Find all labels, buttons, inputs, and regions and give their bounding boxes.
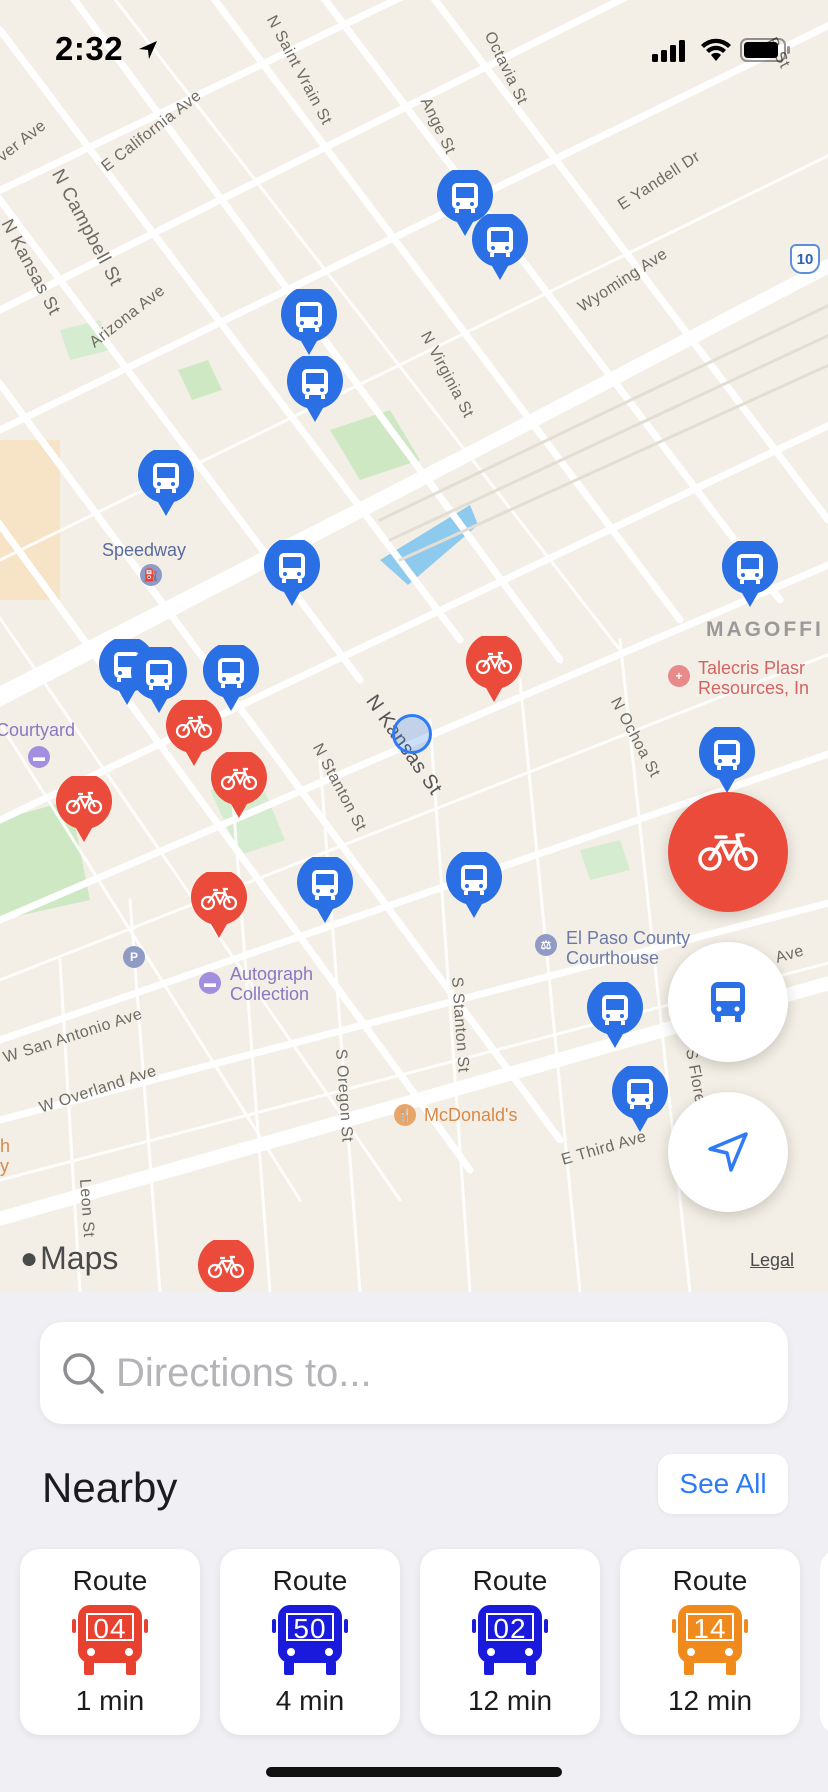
apple-maps-logo: ● Maps — [20, 1240, 118, 1277]
map-view[interactable]: N Saint Vrain St Octavia St Ange St E Ca… — [0, 0, 828, 1292]
route-card-label: Route — [272, 1565, 348, 1596]
bus-stop-marker[interactable] — [612, 1066, 668, 1134]
location-services-icon — [138, 41, 157, 59]
bus-stop-marker[interactable] — [472, 214, 528, 282]
poi-mcdonalds[interactable]: McDonald's — [424, 1105, 517, 1125]
current-location-icon — [392, 714, 432, 754]
restaurant-icon: 🍴 — [394, 1104, 416, 1126]
home-indicator — [266, 1767, 562, 1777]
bike-station-marker[interactable] — [191, 872, 247, 940]
hotel-icon: ▬ — [199, 972, 221, 994]
bike-station-marker[interactable] — [466, 636, 522, 704]
status-time-text: 2:32 — [55, 30, 124, 67]
poi-magoffin: MAGOFFI — [706, 618, 824, 641]
route-eta: 4 min — [275, 1685, 345, 1716]
bus-filter-button[interactable] — [668, 942, 788, 1062]
route-eta: 12 min — [667, 1685, 753, 1716]
bus-stop-marker[interactable] — [287, 356, 343, 424]
poi-speedway[interactable]: Speedway — [102, 540, 186, 560]
route-card-label: Route — [672, 1565, 748, 1596]
legal-link[interactable]: Legal — [750, 1250, 794, 1271]
gas-station-icon: ⛽ — [140, 564, 162, 586]
bus-stop-marker[interactable] — [446, 852, 502, 920]
cellular-signal-icon — [652, 40, 685, 62]
status-time: 2:32 — [55, 30, 159, 68]
poi-talecris-text: Talecris Plasr Resources, In — [698, 658, 810, 698]
nearby-routes-carousel[interactable]: Route 04 1 min Route 50 4 min Route 02 1… — [20, 1549, 828, 1739]
courthouse-icon: ⚖ — [535, 934, 557, 956]
directions-search-input[interactable] — [116, 1350, 756, 1396]
search-icon — [63, 1353, 104, 1394]
poi-partial-text: h y — [0, 1136, 11, 1176]
route-card[interactable]: Route 04 1 min — [20, 1549, 200, 1735]
medical-icon: + — [668, 665, 690, 687]
search-box[interactable] — [40, 1322, 788, 1424]
poi-talecris[interactable]: Talecris Plasr Resources, In — [698, 658, 809, 698]
bike-filter-button[interactable] — [668, 792, 788, 912]
route-card-partial[interactable] — [820, 1549, 828, 1735]
bus-route-icon: 04 — [72, 1603, 148, 1677]
status-bar: 2:32 — [0, 0, 828, 100]
bus-route-icon: 14 — [672, 1603, 748, 1677]
maps-logo-text: Maps — [40, 1240, 119, 1276]
route-card-label: Route — [72, 1565, 148, 1596]
locate-me-button[interactable] — [668, 1092, 788, 1212]
hotel-icon: ▬ — [28, 746, 50, 768]
route-eta: 12 min — [467, 1685, 553, 1716]
bus-stop-marker[interactable] — [281, 289, 337, 357]
route-card[interactable]: Route 14 12 min — [620, 1549, 800, 1735]
route-number: 04 — [93, 1613, 127, 1644]
parking-icon: P — [123, 946, 145, 968]
bus-route-icon: 02 — [472, 1603, 548, 1677]
interstate-shield-icon: 10 — [790, 244, 820, 274]
poi-courthouse[interactable]: El Paso County Courthouse — [566, 928, 690, 968]
bike-station-marker[interactable] — [56, 776, 112, 844]
route-number: 14 — [693, 1613, 727, 1644]
location-arrow-icon — [708, 1132, 748, 1172]
route-eta: 1 min — [75, 1685, 145, 1716]
bicycle-icon — [698, 833, 758, 871]
poi-partial-left: h y — [0, 1136, 10, 1176]
wifi-icon — [701, 38, 731, 61]
battery-icon — [740, 38, 790, 62]
poi-courtyard[interactable]: Courtyard — [0, 720, 75, 740]
bike-station-marker[interactable] — [211, 752, 267, 820]
route-card[interactable]: Route 02 12 min — [420, 1549, 600, 1735]
poi-autograph-collection[interactable]: Autograph Collection — [230, 964, 313, 1004]
route-card[interactable]: Route 50 4 min — [220, 1549, 400, 1735]
route-number: 50 — [293, 1613, 327, 1644]
bus-route-icon: 50 — [272, 1603, 348, 1677]
bike-station-marker[interactable] — [198, 1240, 254, 1292]
apple-logo-icon: ● — [20, 1241, 39, 1275]
route-number: 02 — [493, 1613, 527, 1644]
bus-stop-marker[interactable] — [722, 541, 778, 609]
poi-autograph-text: Autograph Collection — [230, 964, 314, 1004]
poi-courthouse-text: El Paso County Courthouse — [566, 928, 691, 968]
nearby-section-title: Nearby — [42, 1464, 178, 1511]
bus-icon — [711, 982, 745, 1022]
route-card-label: Route — [472, 1565, 548, 1596]
bus-stop-marker[interactable] — [138, 450, 194, 518]
bus-stop-marker[interactable] — [699, 727, 755, 795]
bus-stop-marker[interactable] — [264, 540, 320, 608]
bus-stop-marker[interactable] — [297, 857, 353, 925]
see-all-button[interactable]: See All — [658, 1454, 788, 1514]
bottom-sheet: Nearby See All Route 04 1 min Route 50 4… — [0, 1292, 828, 1792]
bus-stop-marker[interactable] — [587, 982, 643, 1050]
